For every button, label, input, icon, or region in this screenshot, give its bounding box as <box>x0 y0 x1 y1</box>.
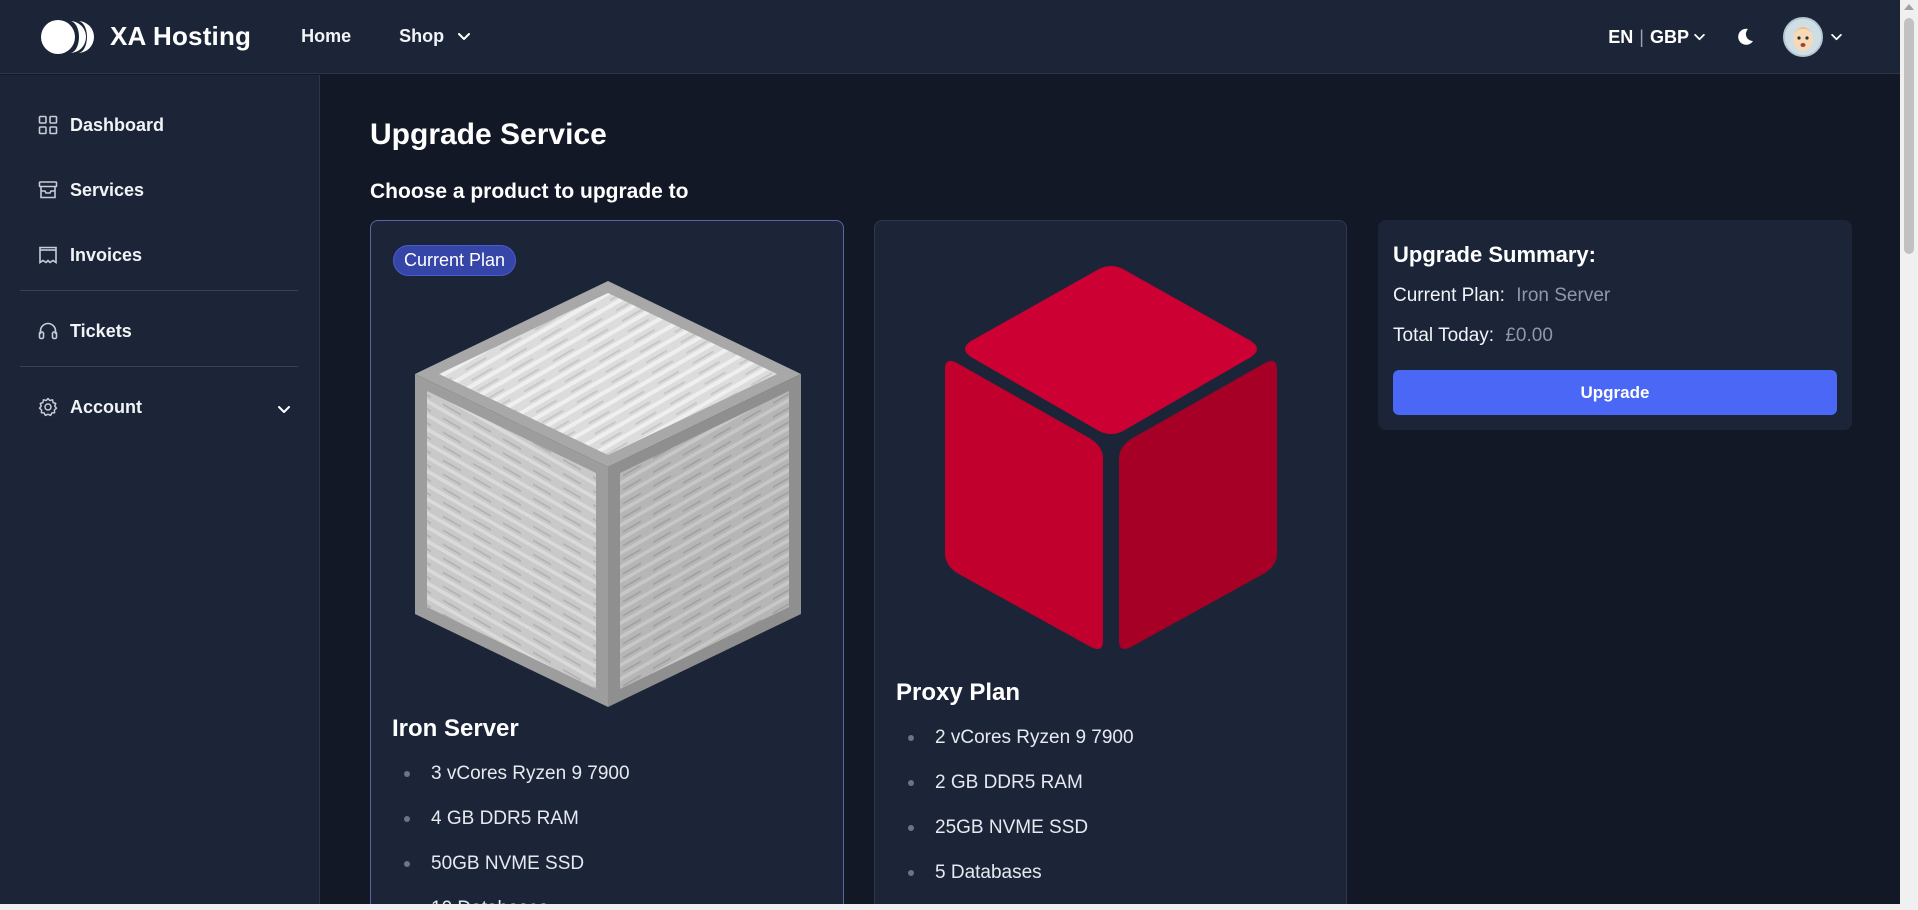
sidebar: Dashboard Services Invoices Tickets Acco… <box>0 75 320 910</box>
summary-total-row: Total Today: £0.00 <box>1393 325 1553 347</box>
summary-current-plan-value: Iron Server <box>1516 285 1611 306</box>
product-card-proxy-plan[interactable]: Proxy Plan 2 vCores Ryzen 9 7900 2 GB DD… <box>874 220 1347 910</box>
iron-block-image <box>413 279 803 714</box>
product-card-iron-server[interactable]: Current Plan Iron Server 3 vCores Ryzen … <box>370 220 844 910</box>
sidebar-item-label: Invoices <box>70 244 143 265</box>
theme-toggle-moon-icon[interactable] <box>1735 27 1755 47</box>
upgrade-summary-panel: Upgrade Summary: Current Plan: Iron Serv… <box>1378 220 1852 430</box>
sidebar-item-label: Dashboard <box>70 114 165 135</box>
sidebar-divider <box>20 290 298 291</box>
brand-logo-icon <box>40 17 100 57</box>
sidebar-item-label: Services <box>70 179 145 200</box>
vertical-scrollbar[interactable] <box>1900 0 1918 910</box>
list-item: 5 Databases <box>896 850 1134 895</box>
summary-total-label: Total Today: <box>1393 325 1495 346</box>
top-navbar: XA Hosting Home Shop EN | GBP <box>0 0 1900 74</box>
scrollbar-thumb[interactable] <box>1904 18 1914 254</box>
archive-icon <box>36 178 60 202</box>
list-item: 50GB NVME SSD <box>392 841 630 886</box>
list-item: 2 vCores Ryzen 9 7900 <box>896 715 1134 760</box>
sidebar-item-tickets[interactable]: Tickets <box>36 319 286 343</box>
receipt-icon <box>36 243 60 267</box>
list-item: 25GB NVME SSD <box>896 805 1134 850</box>
product-name: Proxy Plan <box>896 679 1021 706</box>
scroll-up-arrow-icon[interactable] <box>1904 4 1914 10</box>
nav-home-link[interactable]: Home <box>301 26 351 47</box>
page-subtitle: Choose a product to upgrade to <box>370 180 689 203</box>
brand-link[interactable]: XA Hosting <box>40 17 251 57</box>
grid-icon <box>36 113 60 137</box>
red-cube-image <box>931 261 1291 661</box>
sidebar-item-invoices[interactable]: Invoices <box>36 243 286 267</box>
sidebar-item-dashboard[interactable]: Dashboard <box>36 113 286 137</box>
headset-icon <box>36 319 60 343</box>
feature-list: 2 vCores Ryzen 9 7900 2 GB DDR5 RAM 25GB… <box>896 715 1134 895</box>
chevron-down-icon <box>278 398 290 419</box>
nav-shop-label: Shop <box>399 26 445 46</box>
sidebar-item-label: Account <box>70 396 142 417</box>
feature-list: 3 vCores Ryzen 9 7900 4 GB DDR5 RAM 50GB… <box>392 751 630 910</box>
language-currency-selector[interactable]: EN | GBP <box>1608 27 1705 48</box>
summary-title: Upgrade Summary: <box>1393 242 1596 267</box>
sidebar-divider <box>20 366 298 367</box>
list-item: 4 GB DDR5 RAM <box>392 796 630 841</box>
chevron-down-icon <box>1694 33 1705 41</box>
page-title: Upgrade Service <box>370 118 607 151</box>
current-plan-badge: Current Plan <box>393 245 517 276</box>
chevron-down-icon <box>458 32 471 41</box>
sidebar-item-services[interactable]: Services <box>36 178 286 202</box>
currency-label: GBP <box>1649 26 1689 47</box>
gear-icon <box>36 395 60 419</box>
brand-name: XA Hosting <box>110 21 252 51</box>
summary-current-plan-row: Current Plan: Iron Server <box>1393 285 1610 307</box>
nav-shop-dropdown[interactable]: Shop <box>399 26 471 47</box>
avatar <box>1783 17 1823 57</box>
list-item: 3 vCores Ryzen 9 7900 <box>392 751 630 796</box>
user-menu[interactable] <box>1783 17 1842 57</box>
upgrade-button[interactable]: Upgrade <box>1393 370 1837 415</box>
sidebar-item-account[interactable]: Account <box>36 395 290 419</box>
sidebar-item-label: Tickets <box>70 320 132 341</box>
chevron-down-icon <box>1831 33 1842 41</box>
language-label: EN <box>1608 26 1634 47</box>
list-item: 2 GB DDR5 RAM <box>896 760 1134 805</box>
separator: | <box>1639 26 1644 47</box>
horizontal-scrollbar <box>0 904 1900 910</box>
product-name: Iron Server <box>392 715 519 742</box>
summary-total-value: £0.00 <box>1505 325 1553 346</box>
summary-current-plan-label: Current Plan: <box>1393 285 1505 306</box>
